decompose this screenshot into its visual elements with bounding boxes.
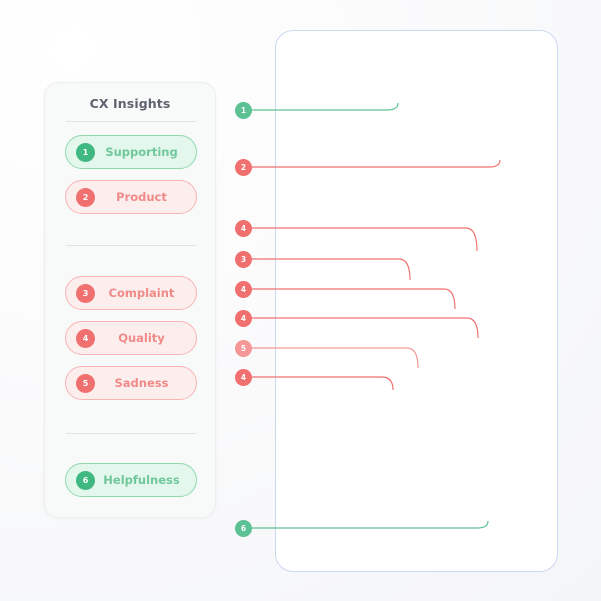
insight-pill-sadness[interactable]: 5 Sadness	[65, 366, 197, 400]
insight-pill-product[interactable]: 2 Product	[65, 180, 197, 214]
insight-number-badge: 4	[76, 328, 95, 348]
connector-badge-3[interactable]: 3	[235, 250, 252, 268]
connector-badge-4[interactable]: 4	[235, 368, 252, 386]
chat-transcript-panel	[275, 30, 558, 572]
insight-number-badge: 1	[76, 142, 95, 162]
insight-pill-helpfulness[interactable]: 6 Helpfulness	[65, 463, 197, 497]
sidebar-divider	[66, 121, 196, 122]
insight-number-badge: 6	[76, 470, 95, 490]
insight-pill-label: Quality	[118, 331, 165, 345]
sidebar-divider	[66, 245, 196, 246]
connector-badge-4[interactable]: 4	[235, 309, 252, 327]
insight-pill-label: Helpfulness	[103, 473, 180, 487]
connector-badge-1[interactable]: 1	[235, 101, 252, 119]
insight-number-badge: 2	[76, 187, 95, 207]
screenshot-root: 124344546 Trish (Contact Center Agent)I'…	[0, 0, 601, 601]
connector-badge-4[interactable]: 4	[235, 280, 252, 298]
sidebar-divider	[66, 433, 196, 434]
insight-number-badge: 3	[76, 283, 95, 303]
insight-number-badge: 5	[76, 373, 95, 393]
connector-badge-4[interactable]: 4	[235, 219, 252, 237]
insight-pill-label: Product	[116, 190, 167, 204]
connector-badge-2[interactable]: 2	[235, 158, 252, 176]
connector-badge-6[interactable]: 6	[235, 519, 252, 537]
insight-pill-label: Sadness	[114, 376, 169, 390]
insight-pill-quality[interactable]: 4 Quality	[65, 321, 197, 355]
insight-pill-complaint[interactable]: 3 Complaint	[65, 276, 197, 310]
insight-pill-label: Supporting	[105, 145, 178, 159]
connector-badge-5[interactable]: 5	[235, 339, 252, 357]
page-title: CX Insights	[89, 96, 171, 111]
cx-insights-sidebar: CX Insights 1 Supporting 2 Product 3 Complain…	[44, 82, 216, 518]
insight-pill-label: Complaint	[108, 286, 175, 300]
insight-pill-supporting[interactable]: 1 Supporting	[65, 135, 197, 169]
